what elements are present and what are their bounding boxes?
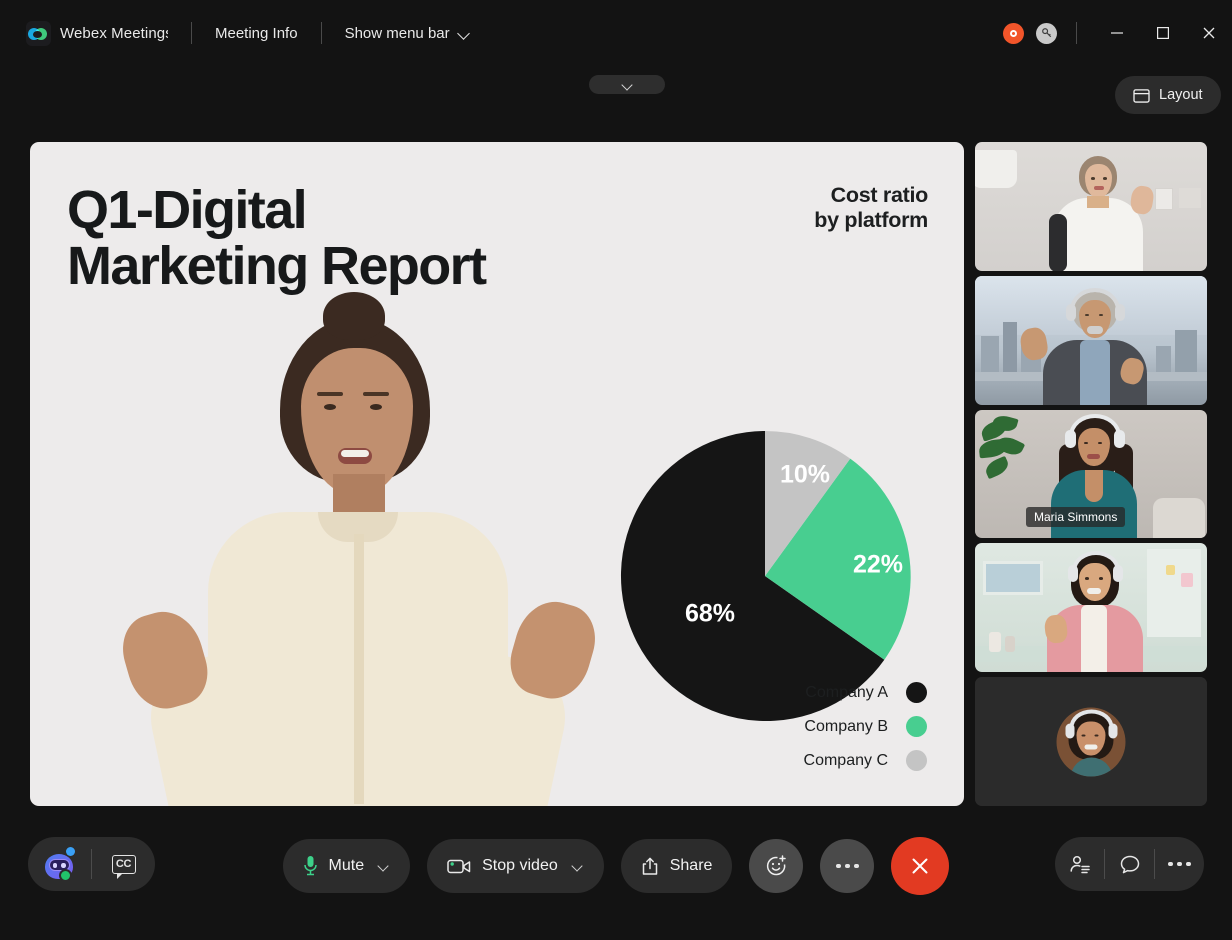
legend-swatch-company-c [906,750,927,771]
participants-icon [1069,854,1091,875]
layout-button[interactable]: Layout [1115,76,1221,114]
pie-label-company-a: 68% [685,600,735,628]
chart-caption: Cost ratio by platform [814,183,928,234]
share-button[interactable]: Share [621,839,733,893]
more-horizontal-icon [836,864,859,869]
legend-swatch-company-a [906,682,927,703]
show-menu-bar-button[interactable]: Show menu bar [345,25,471,42]
participant-name-tag: Maria Simmons [1026,507,1125,527]
participant-tile[interactable] [975,142,1207,271]
webex-logo [26,21,51,46]
stop-video-button[interactable]: Stop video [427,839,604,893]
presenter-photo [58,276,658,806]
collapse-header-button[interactable] [589,75,665,94]
participants-button[interactable] [1055,837,1104,891]
chevron-down-icon[interactable] [378,863,390,870]
chat-bubble-icon [1119,854,1141,875]
participant-filmstrip: Maria Simmons [975,142,1207,806]
chevron-down-icon [458,29,471,37]
more-options-button[interactable] [820,839,874,893]
legend-item: Company A [804,682,927,703]
legend-label: Company A [805,684,888,702]
chevron-down-icon [622,82,633,88]
close-icon[interactable] [1186,10,1232,56]
title-bar-right [1003,10,1232,56]
share-button-label: Share [670,857,713,875]
maximize-icon[interactable] [1140,10,1186,56]
app-title: Webex Meetings [60,25,168,42]
microphone-icon [303,855,318,877]
chat-button[interactable] [1105,837,1154,891]
participant-tile[interactable] [975,543,1207,672]
show-menu-bar-label: Show menu bar [345,25,450,42]
secondary-controls-group [1055,837,1204,891]
minimize-icon[interactable] [1094,10,1140,56]
primary-controls-group: Mute Stop video Share [0,837,1232,895]
avatar [1057,707,1126,776]
participant-tile-maria-simmons[interactable]: Maria Simmons [975,410,1207,539]
stop-video-button-label: Stop video [482,857,558,875]
divider [321,22,322,44]
meeting-info-link[interactable]: Meeting Info [215,25,298,42]
layout-button-label: Layout [1159,87,1203,103]
close-icon [908,854,932,878]
slide-title: Q1-Digital Marketing Report [67,182,485,294]
camera-icon [447,858,471,875]
smiley-plus-icon [764,854,788,878]
legend-label: Company C [804,752,888,770]
shared-content-stage[interactable]: Q1-Digital Marketing Report Cost ratio b… [30,142,964,806]
share-upload-icon [641,857,659,876]
end-call-button[interactable] [891,837,949,895]
mute-button-label: Mute [329,857,365,875]
legend-item: Company C [804,750,927,771]
layout-grid-icon [1133,88,1150,103]
reactions-button[interactable] [749,839,803,893]
title-bar: Webex Meetings Meeting Info Show menu ba… [0,0,1232,66]
pie-label-company-b: 22% [853,551,903,579]
legend-swatch-company-b [906,716,927,737]
more-horizontal-icon [1168,862,1191,867]
participant-tile[interactable] [975,276,1207,405]
title-bar-left: Webex Meetings Meeting Info Show menu ba… [0,21,471,46]
webex-meeting-window: Webex Meetings Meeting Info Show menu ba… [0,0,1232,940]
record-indicator-icon[interactable] [1003,23,1024,44]
key-icon[interactable] [1036,23,1057,44]
divider [191,22,192,44]
pie-label-company-c: 10% [780,461,830,489]
legend-item: Company B [804,716,927,737]
chart-legend: Company A Company B Company C [804,682,927,771]
meeting-controls-bar: CC Mute Stop vid [0,806,1232,940]
divider [1076,22,1077,44]
chevron-down-icon[interactable] [572,863,584,870]
participant-tile-camera-off[interactable] [975,677,1207,806]
mute-button[interactable]: Mute [283,839,411,893]
legend-label: Company B [804,718,888,736]
